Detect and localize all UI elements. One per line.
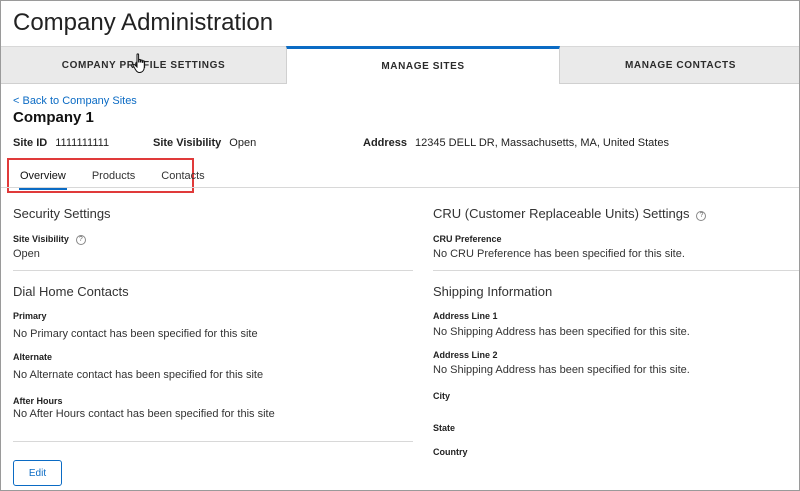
site-id-value: 1111111111 <box>55 137 110 149</box>
address-line-2-label: Address Line 2 <box>433 350 498 360</box>
site-id: Site ID 1111111111 <box>13 137 109 149</box>
security-settings-title: Security Settings <box>13 206 111 221</box>
site-address-value: 12345 DELL DR, Massachusetts, MA, United… <box>415 137 669 149</box>
tab-manage-sites[interactable]: MANAGE SITES <box>286 46 560 84</box>
divider <box>13 270 413 271</box>
security-visibility-label: Site Visibility <box>13 234 69 244</box>
city-label: City <box>433 391 451 401</box>
hand-cursor-icon <box>132 53 145 73</box>
subtab-products[interactable]: Products <box>86 170 141 182</box>
site-visibility-label: Site Visibility <box>153 137 222 149</box>
address-line-2-value: No Shipping Address has been specified f… <box>433 364 690 376</box>
tab-manage-contacts[interactable]: MANAGE CONTACTS <box>560 47 799 83</box>
security-visibility-label-row: Site Visibility? <box>13 234 86 245</box>
after-hours-label: After Hours <box>13 396 63 406</box>
address-line-1-label: Address Line 1 <box>433 311 498 321</box>
site-address-label: Address <box>363 137 408 149</box>
alternate-value: No Alternate contact has been specified … <box>13 369 264 381</box>
site-id-label: Site ID <box>13 137 48 149</box>
company-name: Company 1 <box>13 109 94 126</box>
divider <box>13 441 413 442</box>
shipping-information-title: Shipping Information <box>433 284 553 299</box>
primary-label: Primary <box>13 311 47 321</box>
site-visibility: Site Visibility Open <box>153 137 256 149</box>
main-tabbar: COMPANY PROFILE SETTINGS MANAGE SITES MA… <box>1 46 799 84</box>
subtab-divider <box>1 187 799 188</box>
alternate-label: Alternate <box>13 352 53 362</box>
state-label: State <box>433 423 456 433</box>
after-hours-value: No After Hours contact has been specifie… <box>13 408 275 420</box>
cru-settings-title-row: CRU (Customer Replaceable Units) Setting… <box>433 206 707 221</box>
app-window: Company Administration COMPANY PROFILE S… <box>0 0 800 491</box>
cru-settings-title: CRU (Customer Replaceable Units) Setting… <box>433 206 690 221</box>
subtab-overview[interactable]: Overview <box>14 170 72 190</box>
help-icon[interactable]: ? <box>696 211 707 221</box>
divider <box>433 270 799 271</box>
address-line-1-value: No Shipping Address has been specified f… <box>433 326 690 338</box>
security-visibility-value: Open <box>13 248 40 260</box>
cru-preference-value: No CRU Preference has been specified for… <box>433 248 685 260</box>
back-to-company-sites-link[interactable]: < Back to Company Sites <box>13 95 137 107</box>
cru-preference-label: CRU Preference <box>433 234 502 244</box>
dial-home-contacts-title: Dial Home Contacts <box>13 284 129 299</box>
site-address: Address 12345 DELL DR, Massachusetts, MA,… <box>363 137 669 149</box>
country-label: Country <box>433 447 468 457</box>
primary-value: No Primary contact has been specified fo… <box>13 328 258 340</box>
subtab-contacts[interactable]: Contacts <box>155 170 210 182</box>
site-visibility-value: Open <box>229 137 257 149</box>
edit-button[interactable]: Edit <box>13 460 62 486</box>
help-icon[interactable]: ? <box>75 235 86 245</box>
page-title: Company Administration <box>13 9 274 36</box>
